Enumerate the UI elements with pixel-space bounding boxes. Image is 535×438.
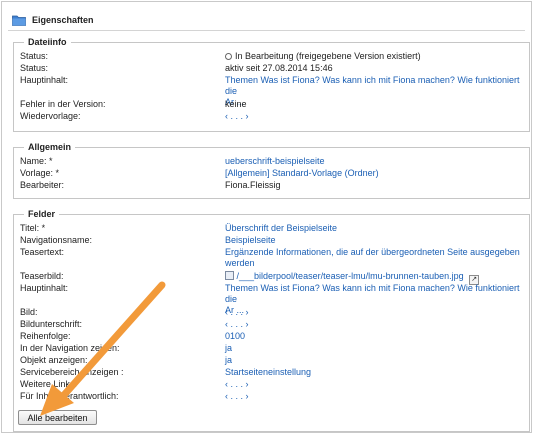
folder-icon xyxy=(12,15,26,26)
image-icon[interactable] xyxy=(225,271,234,280)
field-value: Fiona.Fleissig xyxy=(225,180,281,190)
field-value: ‹ . . . › xyxy=(225,379,523,390)
field-label: In der Navigation zeigen: xyxy=(20,343,120,353)
name-link[interactable]: ueberschrift-beispielseite xyxy=(225,156,325,166)
navigationsname-link[interactable]: Beispielseite xyxy=(225,235,276,245)
field-label: Status: xyxy=(20,63,49,73)
field-label: Bildunterschrift: xyxy=(20,319,83,329)
field-label: Status: xyxy=(20,51,49,61)
edit-all-button[interactable]: Alle bearbeiten xyxy=(18,410,97,425)
navigation-zeigen-link[interactable]: ja xyxy=(225,343,232,353)
teasertext-link-cont[interactable]: werden xyxy=(225,258,255,268)
field-label: Navigationsname: xyxy=(20,235,93,245)
section-legend-felder: Felder xyxy=(24,208,60,220)
field-value: aktiv seit 27.08.2014 15:46 xyxy=(225,63,333,73)
section-allgemein: Allgemein Name: * ueberschrift-beispiels… xyxy=(13,141,530,199)
field-value: Ergänzende Informationen, die auf der üb… xyxy=(225,247,523,269)
field-label: Fehler in der Version: xyxy=(20,99,106,109)
field-value: [Allgemein] Standard-Vorlage (Ordner) xyxy=(225,168,523,179)
properties-panel: Eigenschaften Dateiinfo Status: In Bearb… xyxy=(1,1,532,433)
field-label: Weitere Links: xyxy=(20,379,77,389)
field-value: Beispielseite xyxy=(225,235,523,246)
field-value: ‹ . . . › xyxy=(225,111,523,122)
panel-header: Eigenschaften xyxy=(12,13,94,27)
field-label: Titel: * xyxy=(20,223,46,233)
section-dateiinfo: Dateiinfo Status: In Bearbeitung (freige… xyxy=(13,36,530,132)
vorlage-link[interactable]: [Allgemein] Standard-Vorlage (Ordner) xyxy=(225,168,379,178)
field-label: Name: * xyxy=(20,156,53,166)
field-label: Hauptinhalt: xyxy=(20,75,69,85)
field-label: Reihenfolge: xyxy=(20,331,71,341)
field-label: Für Inhalt verantwortlich: xyxy=(20,391,119,401)
field-value: Startseiteneinstellung xyxy=(225,367,523,378)
field-label: Servicebereich anzeigen : xyxy=(20,367,124,377)
inhalt-verantwortlich-link[interactable]: ‹ . . . › xyxy=(225,391,249,401)
field-value: ja xyxy=(225,355,523,366)
servicebereich-link[interactable]: Startseiteneinstellung xyxy=(225,367,311,377)
field-label: Objekt anzeigen: xyxy=(20,355,88,365)
status-dot-icon xyxy=(225,53,232,61)
field-value: ueberschrift-beispielseite xyxy=(225,156,523,167)
field-value: ‹ . . . › xyxy=(225,307,523,318)
section-felder: Felder Titel: * Überschrift der Beispiel… xyxy=(13,208,530,432)
field-value: ja xyxy=(225,343,523,354)
field-value: keine xyxy=(225,99,247,109)
section-legend-allgemein: Allgemein xyxy=(24,141,76,153)
hauptinhalt-felder-link[interactable]: Themen Was ist Fiona? Was kann ich mit F… xyxy=(225,283,519,304)
field-value: ‹ . . . › xyxy=(225,319,523,330)
panel-title: Eigenschaften xyxy=(32,15,94,25)
field-label: Bild: xyxy=(20,307,38,317)
field-value: ‹ . . . › xyxy=(225,391,523,402)
wiedervorlage-link[interactable]: ‹ . . . › xyxy=(225,111,249,121)
weitere-links-link[interactable]: ‹ . . . › xyxy=(225,379,249,389)
objekt-anzeigen-link[interactable]: ja xyxy=(225,355,232,365)
field-value: 0100 xyxy=(225,331,523,342)
teasertext-link[interactable]: Ergänzende Informationen, die auf der üb… xyxy=(225,247,520,257)
hauptinhalt-link[interactable]: Themen Was ist Fiona? Was kann ich mit F… xyxy=(225,75,519,96)
teaserbild-link[interactable]: /___bilderpool/teaser/teaser-lmu/lmu-bru… xyxy=(237,271,464,281)
field-value: In Bearbeitung (freigegebene Version exi… xyxy=(225,51,523,62)
field-label: Bearbeiter: xyxy=(20,180,65,190)
field-value: Überschrift der Beispielseite xyxy=(225,223,523,234)
field-label: Vorlage: * xyxy=(20,168,60,178)
bild-link[interactable]: ‹ . . . › xyxy=(225,307,249,317)
header-divider xyxy=(8,30,525,31)
reihenfolge-link[interactable]: 0100 xyxy=(225,331,245,341)
titel-link[interactable]: Überschrift der Beispielseite xyxy=(225,223,337,233)
field-label: Wiedervorlage: xyxy=(20,111,81,121)
field-label: Hauptinhalt: xyxy=(20,283,69,293)
section-legend-dateiinfo: Dateiinfo xyxy=(24,36,71,48)
bildunterschrift-link[interactable]: ‹ . . . › xyxy=(225,319,249,329)
field-label: Teasertext: xyxy=(20,247,65,257)
field-label: Teaserbild: xyxy=(20,271,64,281)
